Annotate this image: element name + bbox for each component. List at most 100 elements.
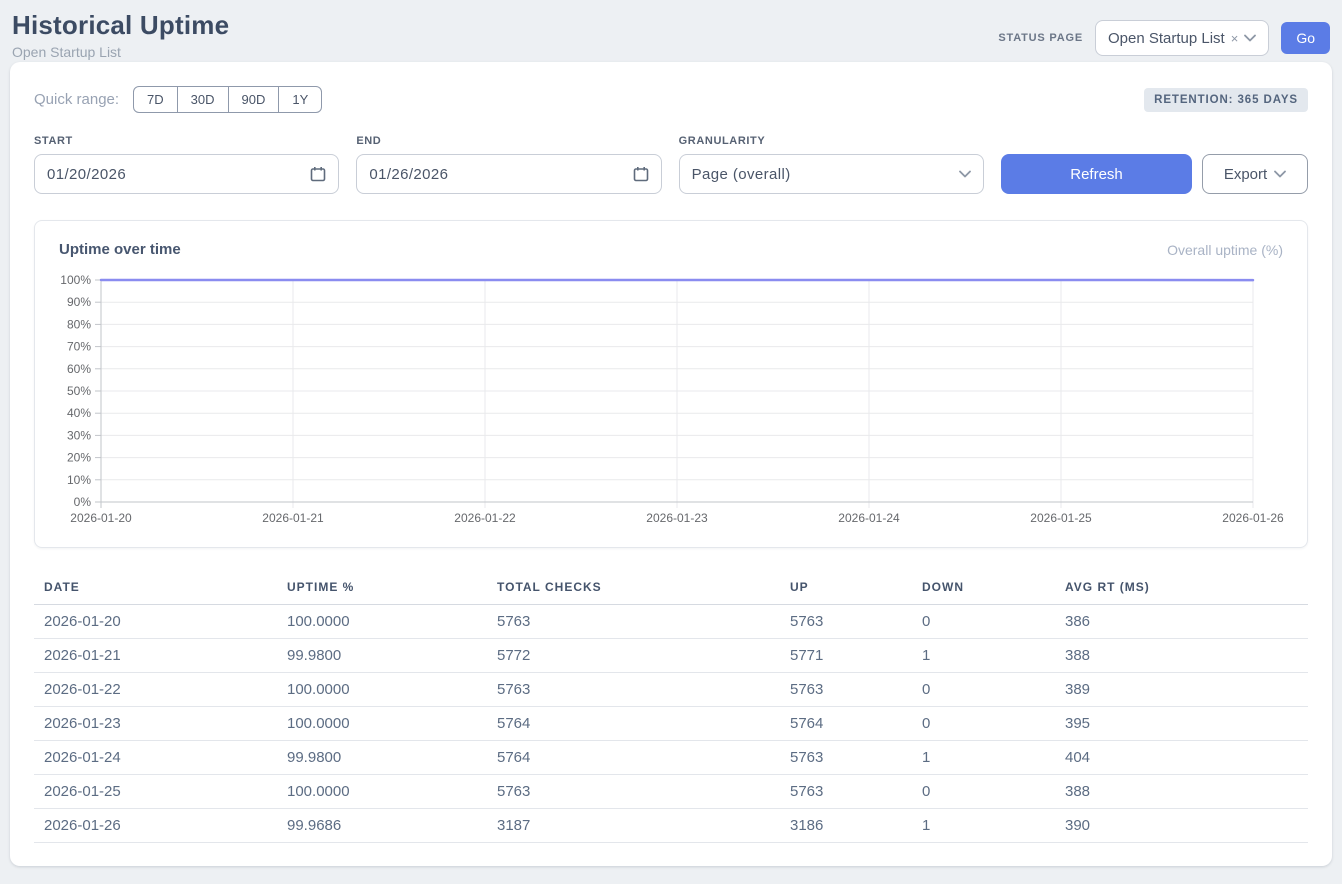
status-page-select[interactable]: Open Startup List × (1095, 20, 1269, 56)
go-button[interactable]: Go (1281, 22, 1330, 54)
table-cell: 5763 (780, 673, 912, 707)
svg-text:2026-01-22: 2026-01-22 (454, 511, 516, 524)
svg-text:70%: 70% (67, 340, 91, 354)
table-row: 2026-01-25100.0000576357630388 (34, 775, 1308, 809)
table-cell: 100.0000 (277, 605, 487, 639)
table-cell: 389 (1055, 673, 1308, 707)
table-row: 2026-01-23100.0000576457640395 (34, 707, 1308, 741)
uptime-table: DATEUPTIME %TOTAL CHECKSUPDOWNAVG RT (MS… (34, 572, 1308, 843)
table-cell: 0 (912, 605, 1055, 639)
table-cell: 5764 (487, 741, 780, 775)
chevron-down-icon (1244, 34, 1256, 42)
start-date-field: START 01/20/2026 (34, 135, 339, 194)
table-cell: 5763 (780, 741, 912, 775)
quick-range-7d[interactable]: 7D (133, 86, 178, 113)
svg-text:30%: 30% (67, 428, 91, 442)
filter-actions: Refresh Export (1001, 154, 1308, 194)
export-button[interactable]: Export (1202, 154, 1308, 194)
table-cell: 1 (912, 639, 1055, 673)
table-cell: 2026-01-21 (34, 639, 277, 673)
table-cell: 5764 (780, 707, 912, 741)
quick-range-row: Quick range: 7D 30D 90D 1Y RETENTION: 36… (34, 86, 1308, 113)
table-cell: 99.9800 (277, 639, 487, 673)
chart-legend: Overall uptime (%) (1167, 242, 1283, 258)
table-cell: 2026-01-26 (34, 809, 277, 843)
table-cell: 0 (912, 707, 1055, 741)
column-header: UPTIME % (277, 572, 487, 605)
quick-range-90d[interactable]: 90D (228, 86, 280, 113)
table-header-row: DATEUPTIME %TOTAL CHECKSUPDOWNAVG RT (MS… (34, 572, 1308, 605)
quick-range-1y[interactable]: 1Y (278, 86, 322, 113)
table-cell: 388 (1055, 639, 1308, 673)
column-header: DOWN (912, 572, 1055, 605)
uptime-line-chart: 100%90%80%70%60%50%40%30%20%10%0%2026-01… (59, 272, 1285, 524)
chevron-down-icon (1274, 170, 1286, 178)
table-cell: 100.0000 (277, 673, 487, 707)
table-cell: 2026-01-25 (34, 775, 277, 809)
table-cell: 99.9800 (277, 741, 487, 775)
table-cell: 388 (1055, 775, 1308, 809)
table-cell: 1 (912, 809, 1055, 843)
column-header: TOTAL CHECKS (487, 572, 780, 605)
svg-text:60%: 60% (67, 362, 91, 376)
table-body: 2026-01-20100.00005763576303862026-01-21… (34, 605, 1308, 843)
table-cell: 5763 (780, 605, 912, 639)
granularity-label: GRANULARITY (679, 135, 984, 147)
svg-text:2026-01-20: 2026-01-20 (70, 511, 132, 524)
page-subtitle: Open Startup List (12, 44, 229, 60)
table-cell: 0 (912, 673, 1055, 707)
svg-text:2026-01-25: 2026-01-25 (1030, 511, 1092, 524)
table-cell: 5772 (487, 639, 780, 673)
quick-range-30d[interactable]: 30D (177, 86, 229, 113)
svg-text:2026-01-24: 2026-01-24 (838, 511, 900, 524)
clear-icon[interactable]: × (1231, 32, 1239, 45)
quick-range-label: Quick range: (34, 91, 119, 108)
svg-text:80%: 80% (67, 317, 91, 331)
filters-row: START 01/20/2026 END 01/26/2026 (34, 135, 1308, 194)
column-header: DATE (34, 572, 277, 605)
table-cell: 390 (1055, 809, 1308, 843)
table-row: 2026-01-2699.9686318731861390 (34, 809, 1308, 843)
table-cell: 386 (1055, 605, 1308, 639)
calendar-icon[interactable] (310, 166, 326, 182)
table-cell: 5771 (780, 639, 912, 673)
svg-text:20%: 20% (67, 451, 91, 465)
status-page-controls: STATUS PAGE Open Startup List × Go (998, 20, 1330, 56)
svg-text:2026-01-26: 2026-01-26 (1222, 511, 1284, 524)
table-cell: 395 (1055, 707, 1308, 741)
table-row: 2026-01-2499.9800576457631404 (34, 741, 1308, 775)
main-panel: Quick range: 7D 30D 90D 1Y RETENTION: 36… (10, 62, 1332, 866)
page-title: Historical Uptime (12, 10, 229, 41)
svg-text:2026-01-21: 2026-01-21 (262, 511, 324, 524)
table-cell: 5763 (487, 673, 780, 707)
retention-badge: RETENTION: 365 DAYS (1144, 88, 1308, 112)
svg-text:40%: 40% (67, 406, 91, 420)
table-cell: 3186 (780, 809, 912, 843)
end-date-input[interactable]: 01/26/2026 (356, 154, 661, 194)
start-date-input[interactable]: 01/20/2026 (34, 154, 339, 194)
table-cell: 100.0000 (277, 707, 487, 741)
table-cell: 99.9686 (277, 809, 487, 843)
table-cell: 3187 (487, 809, 780, 843)
chart-card: Uptime over time Overall uptime (%) 100%… (34, 220, 1308, 548)
calendar-icon[interactable] (633, 166, 649, 182)
svg-text:0%: 0% (74, 495, 92, 509)
table-cell: 1 (912, 741, 1055, 775)
start-date-value: 01/20/2026 (47, 166, 126, 183)
start-date-label: START (34, 135, 339, 147)
table-cell: 2026-01-22 (34, 673, 277, 707)
export-label: Export (1224, 166, 1267, 183)
svg-text:10%: 10% (67, 473, 91, 487)
page-header: Historical Uptime Open Startup List STAT… (0, 0, 1342, 62)
table-row: 2026-01-2199.9800577257711388 (34, 639, 1308, 673)
svg-text:90%: 90% (67, 295, 91, 309)
chart-header: Uptime over time Overall uptime (%) (59, 241, 1283, 258)
table-cell: 2026-01-20 (34, 605, 277, 639)
granularity-value: Page (overall) (692, 166, 791, 183)
table-row: 2026-01-20100.0000576357630386 (34, 605, 1308, 639)
chart-title: Uptime over time (59, 241, 181, 258)
refresh-button[interactable]: Refresh (1001, 154, 1192, 194)
status-page-label: STATUS PAGE (998, 32, 1083, 44)
granularity-select[interactable]: Page (overall) (679, 154, 984, 194)
granularity-field: GRANULARITY Page (overall) (679, 135, 984, 194)
